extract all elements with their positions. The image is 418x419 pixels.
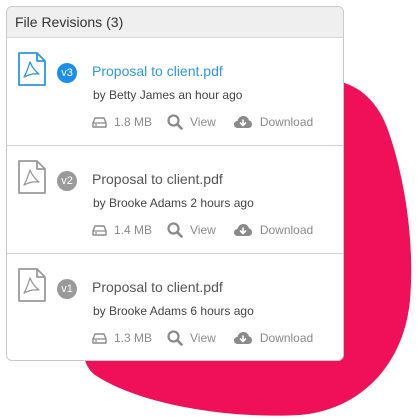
revision-item-v3[interactable]: v3 Proposal to client.pdf by Betty James… [7,38,343,146]
cloud-download-icon [233,116,252,128]
file-size-label: 1.8 MB [114,115,153,129]
revision-meta: 1.4 MB View Download [92,222,313,238]
search-icon [167,222,183,238]
revision-meta: 1.8 MB View Download [92,114,313,130]
version-badge: v1 [57,279,77,299]
file-size: 1.3 MB [92,331,152,345]
pdf-file-icon[interactable] [17,268,47,302]
download-button[interactable]: Download [233,115,313,129]
search-icon [167,114,183,130]
revision-meta: 1.3 MB View Download [92,330,313,346]
drive-icon [92,332,107,344]
search-icon [167,330,183,346]
view-button[interactable]: View [167,114,216,130]
panel-title: File Revisions [15,14,103,30]
panel-header: File Revisions (3) [7,7,343,38]
revision-byline: by Betty James an hour ago [93,88,243,102]
stage: File Revisions (3) v3 Proposal to client… [0,0,418,419]
revision-byline: by Brooke Adams 2 hours ago [93,196,254,210]
drive-icon [92,224,107,236]
file-size-label: 1.3 MB [114,331,153,345]
revision-item-v1[interactable]: v1 Proposal to client.pdf by Brooke Adam… [7,254,343,360]
file-name-link[interactable]: Proposal to client.pdf [92,279,223,295]
file-size-label: 1.4 MB [114,223,153,237]
cloud-download-icon [233,224,252,236]
pdf-file-icon[interactable] [17,52,47,86]
download-label: Download [259,331,314,345]
download-button[interactable]: Download [233,223,313,237]
download-button[interactable]: Download [233,331,313,345]
revision-byline: by Brooke Adams 6 hours ago [93,304,254,318]
file-name-link[interactable]: Proposal to client.pdf [92,171,223,187]
view-label: View [190,223,216,237]
version-badge: v2 [57,171,77,191]
file-size: 1.4 MB [92,223,152,237]
revision-list: v3 Proposal to client.pdf by Betty James… [7,38,343,360]
download-label: Download [259,115,314,129]
file-size: 1.8 MB [92,115,152,129]
view-button[interactable]: View [167,222,216,238]
view-button[interactable]: View [167,330,216,346]
file-revisions-panel: File Revisions (3) v3 Proposal to client… [6,6,344,361]
view-label: View [190,331,216,345]
pdf-file-icon[interactable] [17,160,47,194]
drive-icon [92,116,107,128]
view-label: View [190,115,216,129]
file-name-link[interactable]: Proposal to client.pdf [92,63,223,79]
cloud-download-icon [233,332,252,344]
download-label: Download [259,223,314,237]
version-badge: v3 [57,63,77,83]
revision-item-v2[interactable]: v2 Proposal to client.pdf by Brooke Adam… [7,146,343,254]
revision-count: (3) [106,14,124,30]
